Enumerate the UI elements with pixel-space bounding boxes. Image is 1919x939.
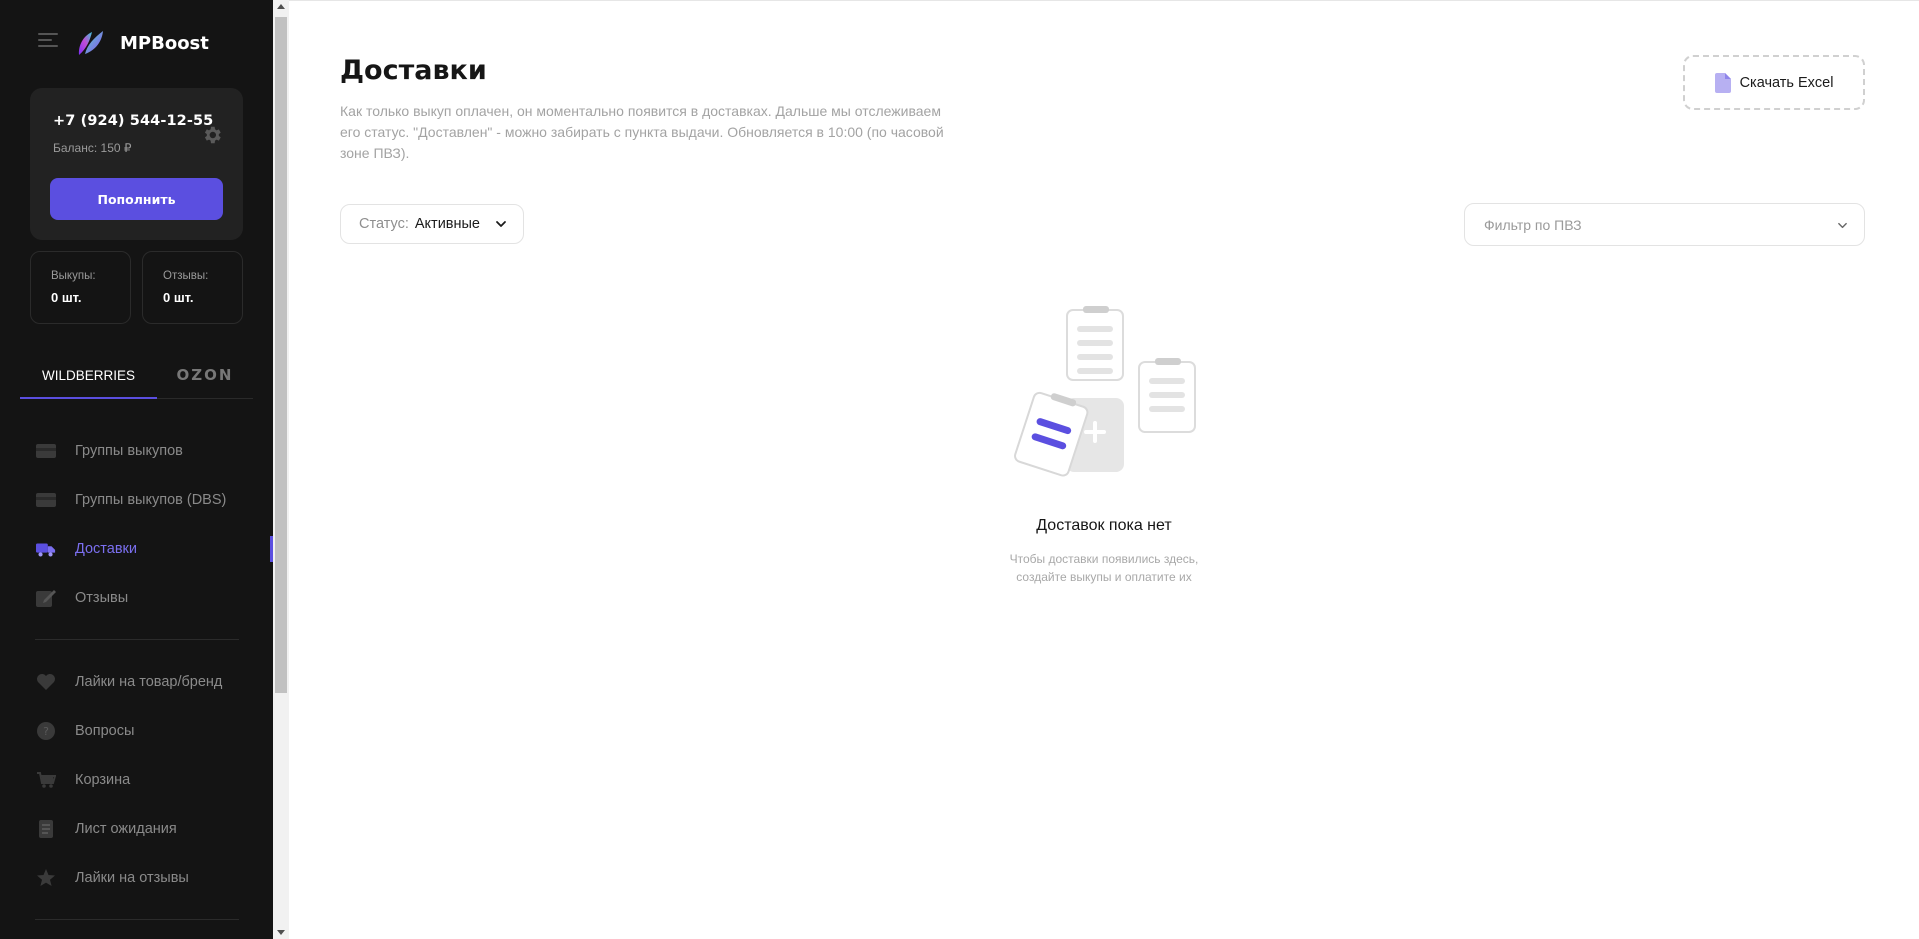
- sidebar-item-label: Лайки на отзывы: [75, 870, 189, 886]
- menu-toggle-icon[interactable]: [38, 33, 58, 47]
- sidebar-item-waiting-list[interactable]: Лист ожидания: [30, 811, 273, 847]
- empty-state-line: создайте выкупы и оплатите их: [1016, 570, 1192, 584]
- download-excel-label: Скачать Excel: [1739, 74, 1834, 91]
- star-icon: [37, 869, 55, 886]
- card-icon: [36, 493, 56, 507]
- tab-wildberries[interactable]: WILDBERRIES: [20, 364, 157, 399]
- empty-state-line: Чтобы доставки появились здесь,: [1009, 552, 1199, 566]
- svg-text:?: ?: [43, 725, 49, 738]
- status-filter-prefix: Статус:: [359, 216, 409, 232]
- question-icon: ?: [37, 722, 55, 740]
- account-card: +7 (924) 544-12-55 Баланс: 150 ₽ Пополни…: [30, 88, 243, 240]
- sidebar-divider: [35, 639, 239, 640]
- stat-card-purchases: Выкупы: 0 шт.: [30, 251, 131, 324]
- gear-icon[interactable]: [201, 124, 223, 146]
- empty-deliveries-illustration: [1014, 306, 1196, 477]
- empty-state-subtitle: Чтобы доставки появились здесь, создайте…: [1004, 550, 1204, 586]
- stat-label: Выкупы:: [51, 270, 96, 282]
- sidebar-item-reviews[interactable]: Отзывы: [30, 580, 273, 616]
- scroll-down-arrow-icon[interactable]: [277, 930, 285, 935]
- stat-card-reviews: Отзывы: 0 шт.: [142, 251, 243, 324]
- sidebar-item-purchase-groups-dbs[interactable]: Группы выкупов (DBS): [30, 482, 273, 518]
- brand-logo-icon: [78, 31, 103, 55]
- stat-value: 0 шт.: [51, 290, 82, 305]
- main-content: Доставки Как только выкуп оплачен, он мо…: [289, 0, 1919, 939]
- tab-ozon[interactable]: OZON: [157, 364, 253, 399]
- sidebar-scrollbar[interactable]: [273, 0, 289, 939]
- account-phone: +7 (924) 544-12-55: [53, 113, 214, 129]
- page-title: Доставки: [340, 55, 487, 86]
- stat-value: 0 шт.: [163, 290, 194, 305]
- topup-button[interactable]: Пополнить: [50, 178, 223, 220]
- status-filter-select[interactable]: Статус: Активные: [340, 204, 524, 244]
- sidebar-divider: [35, 919, 239, 920]
- truck-icon: [36, 543, 56, 557]
- card-icon: [36, 444, 56, 458]
- cart-icon: [37, 772, 56, 788]
- sidebar-item-deliveries[interactable]: Доставки: [30, 531, 273, 567]
- sidebar-item-label: Лайки на товар/бренд: [75, 674, 223, 690]
- sidebar-item-label: Группы выкупов: [75, 443, 183, 459]
- list-icon: [39, 820, 53, 838]
- file-icon: [1714, 72, 1731, 93]
- stat-label: Отзывы:: [163, 270, 209, 282]
- download-excel-button[interactable]: Скачать Excel: [1683, 55, 1865, 110]
- sidebar: MPBoost +7 (924) 544-12-55 Баланс: 150 ₽…: [0, 0, 273, 939]
- brand-name: MPBoost: [120, 33, 209, 54]
- scroll-thumb[interactable]: [275, 17, 287, 693]
- sidebar-item-questions[interactable]: ? Вопросы: [30, 713, 273, 749]
- status-filter-value: Активные: [414, 216, 480, 232]
- pvz-filter-placeholder: Фильтр по ПВЗ: [1484, 216, 1582, 233]
- sidebar-item-label: Доставки: [75, 541, 137, 557]
- empty-state-title: Доставок пока нет: [1036, 517, 1172, 534]
- sidebar-item-cart[interactable]: Корзина: [30, 762, 273, 798]
- sidebar-item-likes-product-brand[interactable]: Лайки на товар/бренд: [30, 664, 273, 700]
- pvz-filter-select[interactable]: Фильтр по ПВЗ: [1464, 203, 1865, 246]
- sidebar-item-label: Отзывы: [75, 590, 129, 606]
- review-icon: [36, 590, 56, 607]
- scroll-up-arrow-icon[interactable]: [277, 4, 285, 9]
- sidebar-item-likes-reviews[interactable]: Лайки на отзывы: [30, 860, 273, 896]
- sidebar-item-label: Вопросы: [75, 723, 135, 739]
- chevron-down-icon: [1838, 222, 1847, 229]
- sidebar-item-label: Группы выкупов (DBS): [75, 492, 227, 508]
- account-balance: Баланс: 150 ₽: [53, 141, 132, 155]
- sidebar-item-label: Лист ожидания: [75, 821, 177, 837]
- marketplace-tabs: WILDBERRIES OZON: [20, 364, 253, 399]
- sidebar-item-purchase-groups[interactable]: Группы выкупов: [30, 433, 273, 469]
- heart-icon: [37, 674, 55, 690]
- sidebar-item-label: Корзина: [75, 772, 131, 788]
- chevron-down-icon: [496, 221, 506, 227]
- page-description: Как только выкуп оплачен, он моментально…: [340, 103, 944, 161]
